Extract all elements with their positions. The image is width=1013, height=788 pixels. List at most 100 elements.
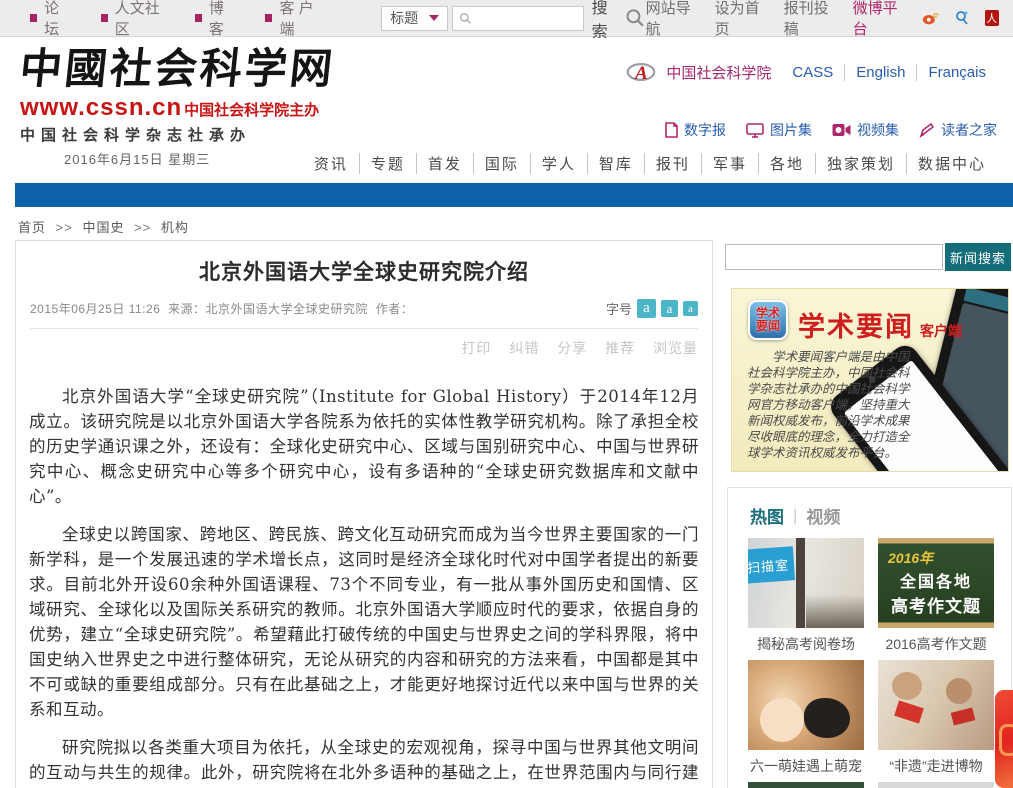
article-meta-text: 2015年06月25日 11:26 来源：北京外国语大学全球史研究院 作者： [30,300,413,317]
search-button-label: 搜索 [592,0,622,42]
thumbnail-overlay-text: 全国各地 [878,568,994,592]
link-video-collection[interactable]: 视频集 [832,120,899,140]
link-english[interactable]: English [844,64,916,81]
logo-calligraphy-title: 中國社会科学网 [18,46,338,92]
link-readers-home[interactable]: 读者之家 [919,120,997,140]
sina-weibo-icon[interactable] [922,10,939,27]
link-submit-article[interactable]: 报刊投稿 [784,0,838,39]
link-cass-en[interactable]: CASS [781,64,844,81]
search-category-value: 标题 [390,8,418,28]
logo-publisher-text: 中国社会科学杂志社承办 [20,124,335,145]
bullet-icon [195,14,202,22]
link-weibo-platform[interactable]: 微博平台 [853,0,907,39]
link-label: 论 坛 [44,0,74,39]
nav-data-center[interactable]: 数据中心 [906,153,997,174]
link-cass-cn[interactable]: 中国社会科学院 [666,62,771,83]
newspaper-icon [663,122,678,138]
nav-regions[interactable]: 各地 [758,153,815,174]
thumbnail-caption: 揭秘高考阅卷场 [748,634,864,654]
share-button[interactable]: 分享 [557,340,587,356]
link-set-homepage[interactable]: 设为首页 [715,0,769,39]
nav-exclusive[interactable]: 独家策划 [815,153,906,174]
breadcrumb-separator: >> [56,220,73,235]
nav-international[interactable]: 国际 [473,153,530,174]
pen-icon [919,122,935,138]
breadcrumb-home[interactable]: 首页 [18,220,46,235]
people-daily-icon[interactable]: 人 [985,10,999,26]
app-banner-subtitle: 客户端 [920,321,962,341]
media-link-label: 图片集 [770,120,812,140]
nav-scholars[interactable]: 学人 [530,153,587,174]
nav-topics[interactable]: 专题 [359,153,416,174]
hot-item-partial[interactable] [878,782,994,788]
blue-divider-bar [15,183,1013,207]
media-link-label: 读者之家 [941,120,997,140]
link-blog[interactable]: 博 客 [195,0,240,39]
link-label: 客 户 端 [279,0,327,39]
link-digital-paper[interactable]: 数字报 [663,120,726,140]
font-size-label: 字号 [606,299,632,318]
header-right: A 中国社会科学院 CASS English Français 数字报 图片集 [303,60,997,174]
hot-item-essay-topics[interactable]: 2016年 全国各地 高考作文题 2016高考作文题 [878,538,994,654]
thumbnail-overlay-year: 2016年 [888,548,933,568]
font-size-medium-button[interactable]: a [661,300,678,317]
app-promo-banner[interactable]: 学术 要闻 学术要闻 客户端 学术要闻客户端是由中国社会科学院主办，中国社会科学… [731,288,1009,472]
search-category-dropdown[interactable]: 标题 [381,6,447,31]
tab-videos[interactable]: 视频 [806,503,840,528]
breadcrumb-separator: >> [134,220,151,235]
font-size-small-button[interactable]: a [683,301,698,316]
thumbnail-image: 扫描室 [748,538,864,628]
nav-journals[interactable]: 报刊 [644,153,701,174]
link-forum[interactable]: 论 坛 [30,0,75,39]
link-label: 人文社区 [115,0,169,39]
link-client-app[interactable]: 客 户 端 [265,0,327,39]
article-meta-row: 2015年06月25日 11:26 来源：北京外国语大学全球史研究院 作者： 字… [30,299,698,329]
bullet-icon [30,14,37,22]
topbar-search-input[interactable] [477,11,577,26]
recommend-button[interactable]: 推荐 [605,340,635,356]
link-humanities-community[interactable]: 人文社区 [101,0,169,39]
site-logo[interactable]: 中國社会科学网 www.cssn.cn 中国社会科学院主办 中国社会科学杂志社承… [20,46,335,168]
link-francais[interactable]: Français [916,64,997,81]
app-icon-text: 要闻 [756,320,780,333]
thumbnail-image [878,782,994,788]
chevron-down-icon [429,15,439,21]
breadcrumb-institutions[interactable]: 机构 [161,220,189,235]
breadcrumb-chinese-history[interactable]: 中国史 [82,220,124,235]
print-button[interactable]: 打印 [461,340,491,356]
link-photo-gallery[interactable]: 图片集 [746,120,812,140]
nav-military[interactable]: 军事 [701,153,758,174]
thumbnail-overlay-text: 高考作文题 [878,592,994,617]
media-link-label: 视频集 [857,120,899,140]
nav-thinktank[interactable]: 智库 [587,153,644,174]
article-panel: 北京外国语大学全球史研究院介绍 2015年06月25日 11:26 来源：北京外… [15,240,713,788]
topbar-search-box [452,6,584,31]
floating-promo-ribbon[interactable] [995,690,1013,788]
hot-item-exam-grading[interactable]: 扫描室 揭秘高考阅卷场 [748,538,864,654]
font-size-large-button[interactable]: a [637,299,656,318]
search-submit-button[interactable]: 搜索 [592,0,646,42]
org-row: A 中国社会科学院 CASS English Français [303,60,997,84]
tab-hot-images[interactable]: 热图 [750,503,784,528]
nav-first-release[interactable]: 首发 [416,153,473,174]
logo-url: www.cssn.cn [20,94,182,122]
hot-item-partial[interactable] [748,782,864,788]
link-site-map[interactable]: 网站导航 [646,0,700,39]
thumbnail-image [878,660,994,750]
article-tools-row: 打印 纠错 分享 推荐 浏览量 [16,329,712,358]
thumbnail-caption: “非遗”走进博物 [878,756,994,776]
app-icon: 学术 要闻 [748,300,788,340]
top-utility-bar: 论 坛 人文社区 博 客 客 户 端 标题 搜索 网站导航 设为首页 报刊投稿 … [0,0,1013,37]
nav-news[interactable]: 资讯 [303,153,359,174]
hot-item-cute-baby[interactable]: 六一萌娃遇上萌宠 [748,660,864,776]
news-search-button[interactable]: 新闻搜索 [945,243,1011,271]
bullet-icon [101,14,108,22]
tencent-weibo-icon[interactable] [954,10,970,27]
hot-item-heritage-museum[interactable]: “非遗”走进博物 [878,660,994,776]
news-search-input[interactable] [725,244,943,270]
svg-text:A: A [634,63,648,84]
search-icon [459,12,472,25]
cass-logo-icon: A [626,60,656,84]
search-icon [625,7,645,29]
report-error-button[interactable]: 纠错 [509,340,539,356]
